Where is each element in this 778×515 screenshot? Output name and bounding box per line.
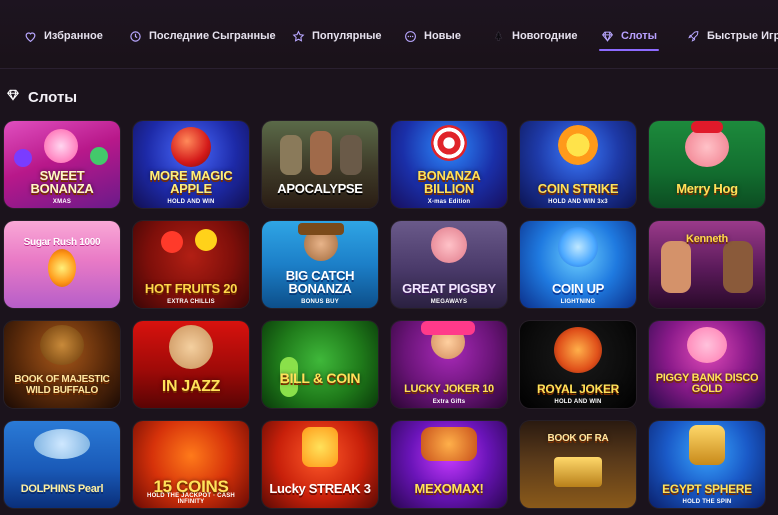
diamond-icon <box>6 88 20 106</box>
game-title: COIN UP <box>551 281 605 297</box>
tab-popular[interactable]: Популярные <box>292 25 382 47</box>
history-icon <box>129 30 142 43</box>
game-subtitle: BONUS BUY <box>301 299 339 305</box>
tab-slots[interactable]: Слоты <box>598 25 660 51</box>
tab-recent[interactable]: Последние Сыгранные <box>129 25 276 47</box>
game-subtitle: EXTRA CHILLIS <box>167 299 215 305</box>
tab-favorites[interactable]: Избранное <box>24 25 103 47</box>
game-title: BONANZA BILLION <box>417 167 481 197</box>
game-title: DOLPHINS Pearl <box>20 483 104 496</box>
game-title: SWEET BONANZA <box>30 167 94 197</box>
game-subtitle: HOLD AND WIN 3x3 <box>548 199 608 205</box>
section-title: Слоты <box>6 88 77 106</box>
tab-label: Быстрые Игры <box>707 30 778 42</box>
game-card[interactable]: Lucky STREAK 3 <box>262 421 378 508</box>
game-title: GREAT PIGSBY <box>402 281 496 297</box>
game-card[interactable]: DOLPHINS Pearl <box>4 421 120 508</box>
tab-new-year[interactable]: Новогодние <box>492 25 578 47</box>
game-subtitle: LIGHTNING <box>560 299 596 305</box>
game-card[interactable]: EGYPT SPHERE HOLD THE SPIN <box>649 421 765 508</box>
game-card[interactable]: BILL & COIN <box>262 321 378 408</box>
game-title: Kenneth <box>686 233 728 246</box>
game-title: IN JAZZ <box>161 378 221 396</box>
game-subtitle: HOLD AND WIN <box>554 399 602 405</box>
game-title: Lucky STREAK 3 <box>269 481 371 497</box>
game-title: ROYAL JOKER <box>536 382 620 397</box>
game-title: Merry Hog <box>676 181 738 197</box>
game-title: Sugar Rush 1000 <box>23 236 101 248</box>
game-card[interactable]: ROYAL JOKER HOLD AND WIN <box>520 321 636 408</box>
game-card[interactable]: Kenneth <box>649 221 765 308</box>
rocket-icon <box>687 30 700 43</box>
game-title: APOCALYPSE <box>277 181 363 197</box>
game-card[interactable]: PIGGY BANK DISCO GOLD <box>649 321 765 408</box>
game-card[interactable]: Merry Hog <box>649 121 765 208</box>
section-title-text: Слоты <box>28 88 78 106</box>
game-card[interactable]: BOOK OF MAJESTIC WILD BUFFALO <box>4 321 120 408</box>
game-card[interactable]: MEXOMAX! <box>391 421 507 508</box>
game-subtitle: X-mas Edition <box>427 199 471 205</box>
game-card[interactable]: BOOK OF RA <box>520 421 636 508</box>
game-title: MORE MAGIC APPLE <box>149 167 233 197</box>
game-card[interactable]: IN JAZZ <box>133 321 249 408</box>
new-icon <box>404 30 417 43</box>
game-subtitle: HOLD AND WIN <box>167 199 215 205</box>
game-title: MEXOMAX! <box>414 481 484 497</box>
tab-fast-games[interactable]: Быстрые Игры <box>687 25 778 47</box>
game-subtitle: Extra Gifts <box>432 399 466 405</box>
category-nav: Избранное Последние Сыгранные Популярные… <box>0 0 778 69</box>
game-card[interactable]: BONANZA BILLION X-mas Edition <box>391 121 507 208</box>
game-title: HOT FRUITS 20 <box>144 281 238 297</box>
game-card[interactable]: Sugar Rush 1000 <box>4 221 120 308</box>
game-card[interactable]: APOCALYPSE <box>262 121 378 208</box>
game-card[interactable]: LUCKY JOKER 10 Extra Gifts <box>391 321 507 408</box>
heart-icon <box>24 30 37 43</box>
game-title: EGYPT SPHERE <box>662 482 752 497</box>
game-title: BOOK OF RA <box>547 432 609 444</box>
game-card[interactable]: SWEET BONANZA XMAS <box>4 121 120 208</box>
game-title: BILL & COIN <box>279 370 361 387</box>
game-title: LUCKY JOKER 10 <box>404 383 494 396</box>
game-card[interactable]: BIG CATCH BONANZA BONUS BUY <box>262 221 378 308</box>
tab-label: Новые <box>424 30 461 42</box>
game-subtitle: HOLD THE SPIN <box>682 499 732 505</box>
game-card[interactable]: MORE MAGIC APPLE HOLD AND WIN <box>133 121 249 208</box>
tab-label: Популярные <box>312 30 382 42</box>
game-card[interactable]: 15 COINS HOLD THE JACKPOT · CASH INFINIT… <box>133 421 249 508</box>
game-title: BOOK OF MAJESTIC WILD BUFFALO <box>14 374 110 396</box>
game-subtitle: MEGAWAYS <box>430 299 468 305</box>
tab-label: Избранное <box>44 30 103 42</box>
tab-label: Новогодние <box>512 30 578 42</box>
tab-new[interactable]: Новые <box>404 25 461 47</box>
star-icon <box>292 29 305 43</box>
game-card[interactable]: COIN UP LIGHTNING <box>520 221 636 308</box>
game-subtitle: XMAS <box>52 199 72 205</box>
tab-label: Слоты <box>621 30 658 42</box>
tree-icon <box>492 30 505 43</box>
game-subtitle: HOLD THE JACKPOT · CASH INFINITY <box>147 493 235 505</box>
game-title: BIG CATCH BONANZA <box>285 267 355 297</box>
game-card[interactable]: HOT FRUITS 20 EXTRA CHILLIS <box>133 221 249 308</box>
game-card[interactable]: GREAT PIGSBY MEGAWAYS <box>391 221 507 308</box>
game-card[interactable]: COIN STRIKE HOLD AND WIN 3x3 <box>520 121 636 208</box>
tab-label: Последние Сыгранные <box>149 30 276 42</box>
diamond-icon <box>601 30 614 43</box>
game-title: COIN STRIKE <box>537 181 619 197</box>
game-title: PIGGY BANK DISCO GOLD <box>655 371 759 396</box>
